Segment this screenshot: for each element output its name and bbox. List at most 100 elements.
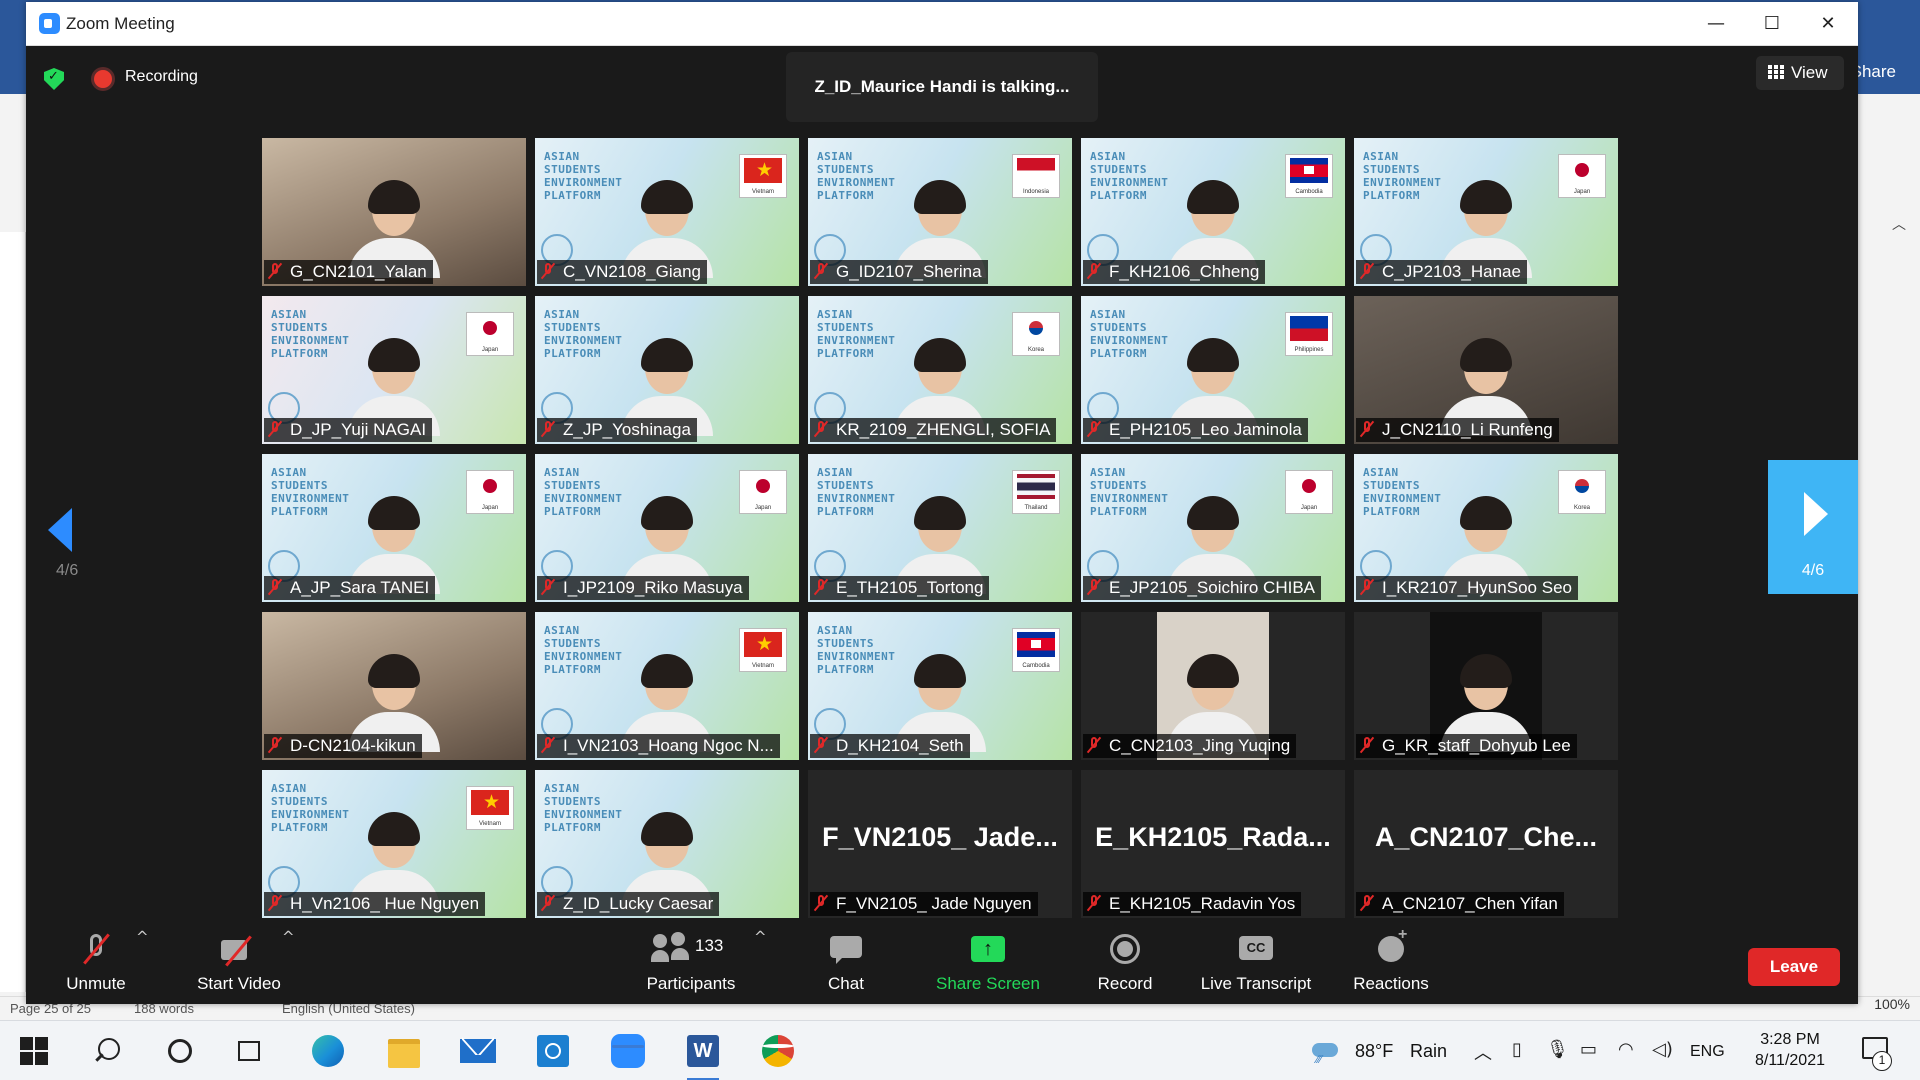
zoom-taskbar-icon[interactable]: [608, 1031, 648, 1071]
participant-tile[interactable]: ASIAN STUDENTS ENVIRONMENT PLATFORM Japan…: [1081, 454, 1345, 602]
weather-temperature[interactable]: 88°F: [1355, 1041, 1393, 1062]
flag-caption: Philippines: [1294, 347, 1324, 353]
background-logo-text: ASIAN STUDENTS ENVIRONMENT PLATFORM: [544, 466, 623, 518]
participant-tile[interactable]: ASIAN STUDENTS ENVIRONMENT PLATFORM Japan…: [1354, 138, 1618, 286]
participant-name: I_KR2107_HyunSoo Seo: [1382, 578, 1572, 597]
record-button[interactable]: Record: [1070, 922, 1180, 1004]
participant-video: [621, 812, 713, 910]
next-page-button[interactable]: 4/6: [1768, 460, 1858, 594]
participant-video: [1440, 180, 1532, 278]
mail-icon[interactable]: [458, 1031, 498, 1071]
participant-tile[interactable]: ASIAN STUDENTS ENVIRONMENT PLATFORM Korea…: [808, 296, 1072, 444]
participants-button[interactable]: 133 Participants: [626, 922, 756, 1004]
flag-kh-icon: [1017, 632, 1055, 657]
cortana-icon[interactable]: [160, 1031, 200, 1071]
live-transcript-button[interactable]: Live Transcript: [1188, 922, 1324, 1004]
shield-icon[interactable]: [44, 68, 64, 90]
participant-tile[interactable]: ASIAN STUDENTS ENVIRONMENT PLATFORM Thail…: [808, 454, 1072, 602]
participant-name: E_KH2105_Radavin Yos: [1109, 894, 1296, 913]
close-icon[interactable]: ✕: [1806, 10, 1850, 38]
active-speaker-banner: Z_ID_Maurice Handi is talking...: [786, 52, 1098, 122]
view-button[interactable]: View: [1756, 56, 1844, 90]
word-zoom-level[interactable]: 100%: [1874, 996, 1910, 1012]
participant-name-label: F_VN2105_ Jade Nguyen: [810, 892, 1038, 916]
participant-tile[interactable]: ASIAN STUDENTS ENVIRONMENT PLATFORM Vietn…: [535, 138, 799, 286]
chrome-icon[interactable]: [758, 1031, 798, 1071]
participant-name-label: E_JP2105_Soichiro CHIBA: [1083, 576, 1322, 600]
country-flag-icon: Vietnam: [466, 786, 514, 830]
participant-name-label: G_ID2107_Sherina: [810, 260, 988, 284]
chevron-up-icon[interactable]: ︿: [1474, 1039, 1492, 1065]
participant-tile[interactable]: A_CN2107_Che... A_CN2107_Chen Yifan: [1354, 770, 1618, 918]
background-logo-text: ASIAN STUDENTS ENVIRONMENT PLATFORM: [817, 150, 896, 202]
person-hair: [914, 496, 966, 530]
clock-date: 8/11/2021: [1755, 1052, 1825, 1069]
word-taskbar-icon[interactable]: [683, 1031, 723, 1080]
device-icon[interactable]: ▯: [1512, 1039, 1522, 1060]
chevron-up-icon[interactable]: ^: [754, 928, 767, 946]
participant-tile[interactable]: ASIAN STUDENTS ENVIRONMENT PLATFORM Japan…: [262, 296, 526, 444]
participant-tile[interactable]: ASIAN STUDENTS ENVIRONMENT PLATFORM Indon…: [808, 138, 1072, 286]
participant-tile[interactable]: ASIAN STUDENTS ENVIRONMENT PLATFORM Z_ID_…: [535, 770, 799, 918]
participant-tile[interactable]: ASIAN STUDENTS ENVIRONMENT PLATFORM Cambo…: [808, 612, 1072, 760]
participant-tile[interactable]: C_CN2103_Jing Yuqing: [1081, 612, 1345, 760]
share-screen-button[interactable]: Share Screen: [916, 922, 1060, 1004]
flag-jp-icon: [471, 316, 509, 341]
muted-mic-icon: [268, 736, 282, 754]
microphone-icon[interactable]: 🎙︎: [1546, 1039, 1569, 1060]
participant-tile[interactable]: ASIAN STUDENTS ENVIRONMENT PLATFORM Cambo…: [1081, 138, 1345, 286]
participant-tile[interactable]: F_VN2105_ Jade... F_VN2105_ Jade Nguyen: [808, 770, 1072, 918]
edge-icon[interactable]: [308, 1031, 348, 1071]
muted-mic-icon: [814, 578, 828, 596]
participant-tile[interactable]: ASIAN STUDENTS ENVIRONMENT PLATFORM Z_JP_…: [535, 296, 799, 444]
maximize-icon[interactable]: ☐: [1750, 10, 1794, 38]
background-logo-text: ASIAN STUDENTS ENVIRONMENT PLATFORM: [271, 308, 350, 360]
background-logo-text: ASIAN STUDENTS ENVIRONMENT PLATFORM: [544, 624, 623, 676]
participant-tile[interactable]: E_KH2105_Rada... E_KH2105_Radavin Yos: [1081, 770, 1345, 918]
wifi-icon[interactable]: ◠: [1618, 1039, 1634, 1060]
windows-start-icon[interactable]: [20, 1037, 48, 1065]
participant-tile[interactable]: ASIAN STUDENTS ENVIRONMENT PLATFORM Korea…: [1354, 454, 1618, 602]
search-icon[interactable]: [88, 1031, 128, 1071]
meeting-area: Recording Z_ID_Maurice Handi is talking.…: [26, 46, 1858, 922]
flag-jp-icon: [1563, 158, 1601, 183]
participant-name: A_JP_Sara TANEI: [290, 578, 430, 597]
weather-condition[interactable]: Rain: [1410, 1041, 1447, 1062]
flag-vn-icon: [471, 790, 509, 815]
minimize-icon[interactable]: —: [1694, 10, 1738, 38]
leave-button[interactable]: Leave: [1748, 948, 1840, 986]
weather-rain-icon[interactable]: [1310, 1039, 1340, 1066]
unmute-button[interactable]: Unmute: [46, 922, 146, 1004]
participant-name-label: F_KH2106_Chheng: [1083, 260, 1266, 284]
task-view-icon[interactable]: [230, 1031, 270, 1071]
flag-caption: Korea: [1027, 347, 1044, 353]
background-logo-text: ASIAN STUDENTS ENVIRONMENT PLATFORM: [271, 782, 350, 834]
reaction-icon: [1374, 926, 1408, 966]
participant-name-label: E_PH2105_Leo Jaminola: [1083, 418, 1308, 442]
system-clock[interactable]: 3:28 PM 8/11/2021: [1744, 1029, 1836, 1071]
reactions-button[interactable]: Reactions: [1336, 922, 1446, 1004]
participant-tile[interactable]: ASIAN STUDENTS ENVIRONMENT PLATFORM Phili…: [1081, 296, 1345, 444]
battery-icon[interactable]: ▭: [1580, 1039, 1597, 1060]
participant-tile[interactable]: ASIAN STUDENTS ENVIRONMENT PLATFORM Vietn…: [535, 612, 799, 760]
participant-tile[interactable]: D-CN2104-kikun: [262, 612, 526, 760]
file-explorer-icon[interactable]: [384, 1031, 424, 1071]
participant-name-label: I_VN2103_Hoang Ngoc N...: [537, 734, 780, 758]
previous-page-icon[interactable]: [48, 508, 72, 552]
chevron-up-icon[interactable]: ^: [282, 928, 295, 946]
participant-tile[interactable]: ASIAN STUDENTS ENVIRONMENT PLATFORM Japan…: [535, 454, 799, 602]
muted-mic-icon: [268, 894, 282, 912]
participant-tile[interactable]: ASIAN STUDENTS ENVIRONMENT PLATFORM Japan…: [262, 454, 526, 602]
meeting-toolbar: Unmute ^ Start Video ^ 133 Participants …: [26, 922, 1858, 1004]
chevron-up-icon[interactable]: ^: [136, 928, 149, 946]
app-icon[interactable]: [533, 1031, 573, 1071]
participant-tile[interactable]: G_CN2101_Yalan: [262, 138, 526, 286]
participant-tile[interactable]: ASIAN STUDENTS ENVIRONMENT PLATFORM Vietn…: [262, 770, 526, 918]
participant-tile[interactable]: J_CN2110_Li Runfeng: [1354, 296, 1618, 444]
chat-button[interactable]: Chat: [796, 922, 896, 1004]
muted-mic-icon: [541, 894, 555, 912]
chevron-up-icon[interactable]: ︿: [1892, 214, 1906, 234]
input-language[interactable]: ENG: [1690, 1043, 1725, 1061]
volume-icon[interactable]: ◁): [1652, 1039, 1673, 1060]
participant-tile[interactable]: G_KR_staff_Dohyub Lee: [1354, 612, 1618, 760]
